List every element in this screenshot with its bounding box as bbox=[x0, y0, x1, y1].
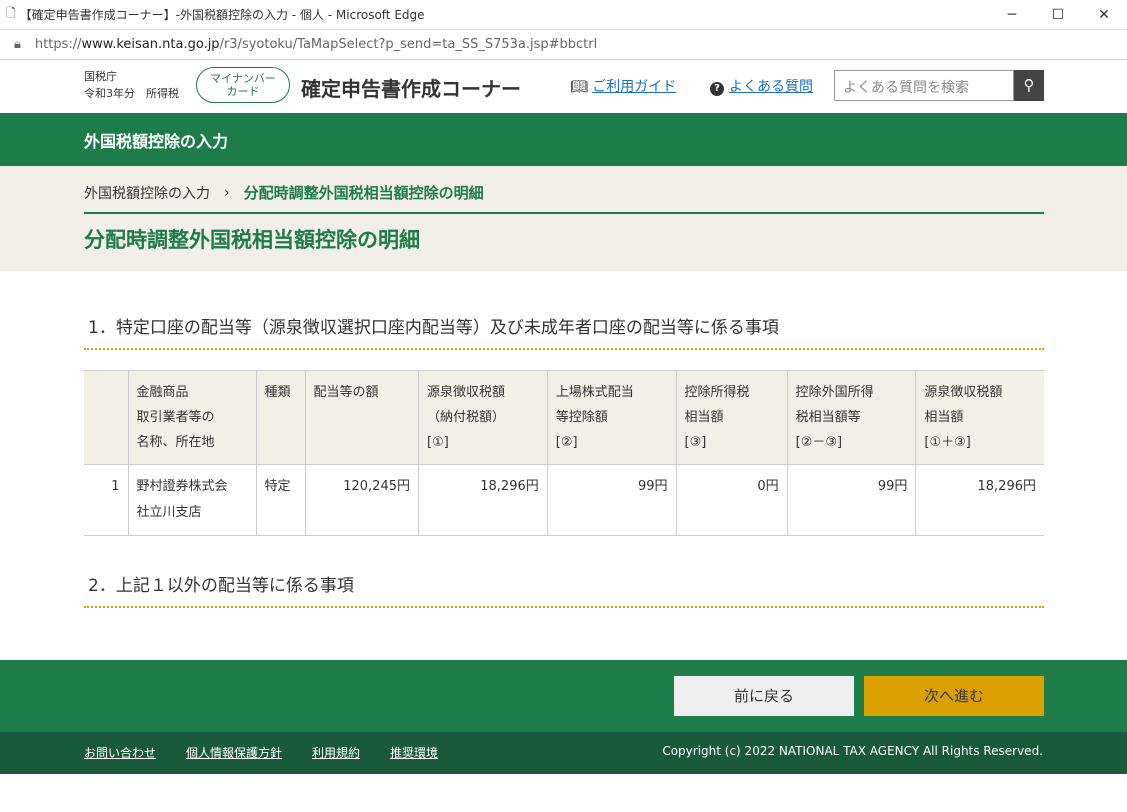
column-header: 源泉徴収税額 （納付税額） [①] bbox=[418, 370, 548, 465]
breadcrumb-divider bbox=[84, 212, 1044, 214]
window-titlebar: 🗋 【確定申告書作成コーナー】-外国税額控除の入力 - 個人 - Microso… bbox=[0, 0, 1127, 30]
minimize-button[interactable]: ─ bbox=[989, 7, 1035, 23]
column-header: 金融商品取引業者等の 名称、所在地 bbox=[127, 370, 256, 465]
column-header-line: 相当額 bbox=[684, 410, 724, 425]
column-header-line: 源泉徴収税額 bbox=[924, 385, 1003, 400]
page-icon: 🗋 bbox=[6, 6, 16, 20]
guide-link[interactable]: ご利用ガイド bbox=[592, 79, 676, 95]
maximize-button[interactable]: ☐ bbox=[1035, 7, 1081, 23]
breadcrumb: 外国税額控除の入力 › 分配時調整外国税相当額控除の明細 bbox=[84, 182, 484, 203]
column-header-line bbox=[314, 430, 411, 455]
institution-name-line2: 社立川支店 bbox=[136, 505, 202, 520]
column-header-line: [②] bbox=[555, 435, 578, 450]
column-header-line bbox=[265, 405, 297, 430]
faq-search-input[interactable]: よくある質問を検索 bbox=[834, 70, 1014, 101]
page-title: 分配時調整外国税相当額控除の明細 bbox=[84, 228, 420, 252]
column-header-line: [③] bbox=[684, 435, 707, 450]
column-header: 控除所得税相当額 [③] bbox=[675, 370, 788, 465]
dividend-amount: 120,245円 bbox=[304, 464, 419, 536]
section-heading-1: 1．特定口座の配当等（源泉徴収選択口座内配当等）及び未成年者口座の配当等に係る事… bbox=[84, 313, 1044, 350]
deductible-income-tax: 0円 bbox=[675, 464, 788, 536]
window-title: 【確定申告書作成コーナー】-外国税額控除の入力 - 個人 - Microsoft… bbox=[19, 8, 425, 22]
address-bar[interactable]: 🔒︎ https://www.keisan.nta.go.jp/r3/syoto… bbox=[0, 30, 1127, 60]
table-row: 1 野村證券株式会 社立川支店 特定 120,245円 18,296円 99円 0… bbox=[84, 464, 1044, 536]
institution-name: 野村證券株式会 社立川支店 bbox=[127, 464, 256, 536]
column-header-line: 相当額 bbox=[924, 410, 964, 425]
column-header: 源泉徴収税額 相当額 [①＋③] bbox=[915, 370, 1044, 465]
mycard-line2: カード bbox=[226, 85, 260, 98]
column-header-line: 控除外国所得 bbox=[795, 385, 874, 400]
column-header-line: [①＋③] bbox=[924, 435, 971, 450]
copyright: Copyright (c) 2022 NATIONAL TAX AGENCY A… bbox=[662, 744, 1043, 758]
column-header-line: （納付税額） bbox=[427, 410, 506, 425]
row-number: 1 bbox=[84, 464, 128, 536]
site-header: 国税庁令和3年分 所得税 マイナンバー カード 確定申告書作成コーナー 📖︎ ご利… bbox=[0, 60, 1127, 113]
lock-icon: 🔒︎ bbox=[14, 37, 21, 52]
column-header-line: 配当等の額 bbox=[313, 385, 379, 400]
column-header-line: 控除所得税 bbox=[684, 385, 750, 400]
column-header-line bbox=[92, 380, 120, 405]
account-type: 特定 bbox=[255, 464, 305, 536]
question-icon: ? bbox=[710, 82, 724, 96]
close-button[interactable]: ✕ bbox=[1081, 7, 1127, 23]
search-button[interactable]: ⚲ bbox=[1014, 70, 1044, 101]
section-heading-2: 2．上記１以外の配当等に係る事項 bbox=[84, 571, 1044, 608]
withheld-tax: 18,296円 bbox=[418, 464, 548, 536]
action-bar: 前に戻る 次へ進む bbox=[0, 660, 1127, 732]
url-path: /r3/syotoku/TaMapSelect?p_send=ta_SS_S75… bbox=[219, 37, 598, 52]
column-header-line: [①] bbox=[427, 435, 449, 450]
breadcrumb-separator: › bbox=[224, 184, 230, 201]
column-header-line bbox=[92, 405, 120, 430]
column-header-line bbox=[265, 430, 297, 455]
column-header: 種類 bbox=[255, 370, 305, 465]
column-header-line: 名称、所在地 bbox=[136, 435, 215, 450]
column-header-line bbox=[92, 430, 120, 455]
tax-year: 令和3年分 所得税 bbox=[84, 87, 179, 100]
section-title: 外国税額控除の入力 bbox=[0, 113, 1127, 166]
column-header: 上場株式配当 等控除額 [②] bbox=[546, 370, 676, 465]
footer-link-terms[interactable]: 利用規約 bbox=[312, 744, 360, 761]
site-title: 確定申告書作成コーナー bbox=[301, 77, 521, 101]
column-header-line: 金融商品 bbox=[136, 385, 189, 400]
mycard-line1: マイナンバー bbox=[210, 72, 276, 85]
agency-name: 国税庁 bbox=[84, 70, 117, 83]
column-header: 控除外国所得 税相当額等 [②－③] bbox=[786, 370, 916, 465]
column-header-line bbox=[314, 405, 411, 430]
next-button[interactable]: 次へ進む bbox=[864, 676, 1044, 716]
footer-link-privacy[interactable]: 個人情報保護方針 bbox=[186, 744, 282, 761]
dividend-table: 金融商品 取引業者等の 名称、所在地 種類 配当等の額 源泉徴収税額 （納付税額） [①] 上場… bbox=[84, 370, 1044, 536]
table-header-row: 金融商品 取引業者等の 名称、所在地 種類 配当等の額 源泉徴収税額 （納付税額） [①] 上場… bbox=[84, 370, 1044, 465]
listed-dividend-deduction: 99円 bbox=[546, 464, 676, 536]
column-header-line: 源泉徴収税額 bbox=[427, 385, 506, 400]
url-host: www.keisan.nta.go.jp bbox=[81, 37, 220, 52]
column-header-line: 上場株式配当 bbox=[555, 385, 634, 400]
institution-name-line1: 野村證券株式会 bbox=[136, 479, 228, 494]
column-header bbox=[84, 370, 128, 465]
withheld-tax-equivalent: 18,296円 bbox=[915, 464, 1044, 536]
url-prefix: https:// bbox=[34, 37, 82, 52]
column-header-line: 等控除額 bbox=[555, 410, 608, 425]
column-header-line: 税相当額等 bbox=[795, 410, 861, 425]
column-header-line: [②－③] bbox=[795, 435, 843, 450]
foreign-tax-equivalent: 99円 bbox=[786, 464, 916, 536]
breadcrumb-current: 分配時調整外国税相当額控除の明細 bbox=[243, 184, 484, 202]
book-icon: 📖︎ bbox=[570, 79, 593, 95]
column-header: 配当等の額 bbox=[304, 370, 419, 465]
mynumber-card-badge[interactable]: マイナンバー カード bbox=[196, 67, 290, 103]
back-button[interactable]: 前に戻る bbox=[674, 676, 854, 716]
search-icon: ⚲ bbox=[1023, 76, 1035, 94]
agency-info: 国税庁令和3年分 所得税 bbox=[84, 68, 179, 102]
footer-link-contact[interactable]: お問い合わせ bbox=[84, 744, 156, 761]
column-header-line: 取引業者等の bbox=[136, 410, 215, 425]
column-header-line: 種類 bbox=[264, 385, 291, 400]
footer-link-environment[interactable]: 推奨環境 bbox=[390, 744, 438, 761]
breadcrumb-item[interactable]: 外国税額控除の入力 bbox=[84, 183, 210, 203]
footer: お問い合わせ 個人情報保護方針 利用規約 推奨環境 Copyright (c) … bbox=[0, 732, 1127, 774]
faq-link[interactable]: よくある質問 bbox=[729, 79, 813, 95]
